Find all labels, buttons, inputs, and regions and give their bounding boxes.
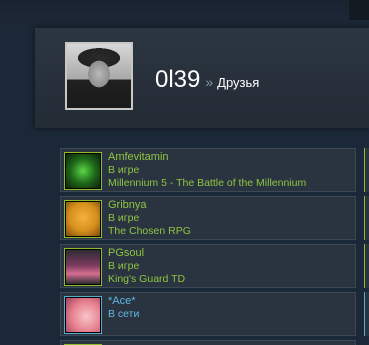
friend-status: В сети	[108, 308, 140, 320]
friend-row[interactable]: PGsoul В игре King's Guard TD	[60, 244, 356, 288]
top-bar-corner	[349, 0, 369, 20]
profile-header: 0l39 » Друзья	[35, 28, 369, 128]
breadcrumb-separator: »	[205, 74, 214, 90]
friend-name: PGsoul	[108, 247, 145, 259]
friend-row[interactable]: Amfevitamin В игре Millennium 5 - The Ba…	[60, 148, 356, 192]
friend-info: PGsoul В игре King's Guard TD	[108, 247, 185, 286]
character-icon	[65, 201, 101, 237]
profile-username[interactable]: 0l39	[155, 66, 200, 94]
friend-info: Amfevitamin В игре Millennium 5 - The Ba…	[108, 151, 306, 190]
friend-name: *Ace*	[108, 295, 136, 307]
profile-title-line: 0l39 » Друзья	[155, 66, 259, 94]
character-icon	[65, 249, 101, 285]
friend-status: В игре	[108, 260, 140, 272]
app-root: { "profile": { "username": "0l39", "sepa…	[0, 0, 369, 345]
adjacent-column-edge	[364, 196, 369, 240]
friend-info: *Ace* В сети	[108, 295, 139, 321]
friend-status: В игре	[108, 164, 140, 176]
friends-list: Amfevitamin В игре Millennium 5 - The Ba…	[0, 128, 369, 345]
friend-row[interactable]: Gribnya В игре The Chosen RPG	[60, 196, 356, 240]
fist-icon	[65, 153, 101, 189]
friend-status: В игре	[108, 212, 140, 224]
friend-game: The Chosen RPG	[108, 225, 191, 237]
friend-game: Millennium 5 - The Battle of the Millenn…	[108, 177, 307, 189]
top-bar	[0, 0, 369, 28]
adjacent-column-edge	[364, 292, 369, 336]
friend-name: Gribnya	[108, 199, 147, 211]
friend-info: Gribnya В игре The Chosen RPG	[108, 199, 191, 238]
friend-row[interactable]: *Ace* В сети	[60, 292, 356, 336]
adjacent-column-edge	[364, 244, 369, 288]
character-icon	[65, 297, 101, 333]
avatar-photo	[67, 44, 131, 108]
friend-row-partial[interactable]	[60, 340, 356, 345]
friend-game: King's Guard TD	[108, 273, 186, 285]
profile-avatar[interactable]	[65, 42, 133, 110]
page-section-label: Друзья	[217, 75, 260, 90]
friend-name: Amfevitamin	[108, 151, 169, 163]
adjacent-column-edge	[364, 148, 369, 192]
